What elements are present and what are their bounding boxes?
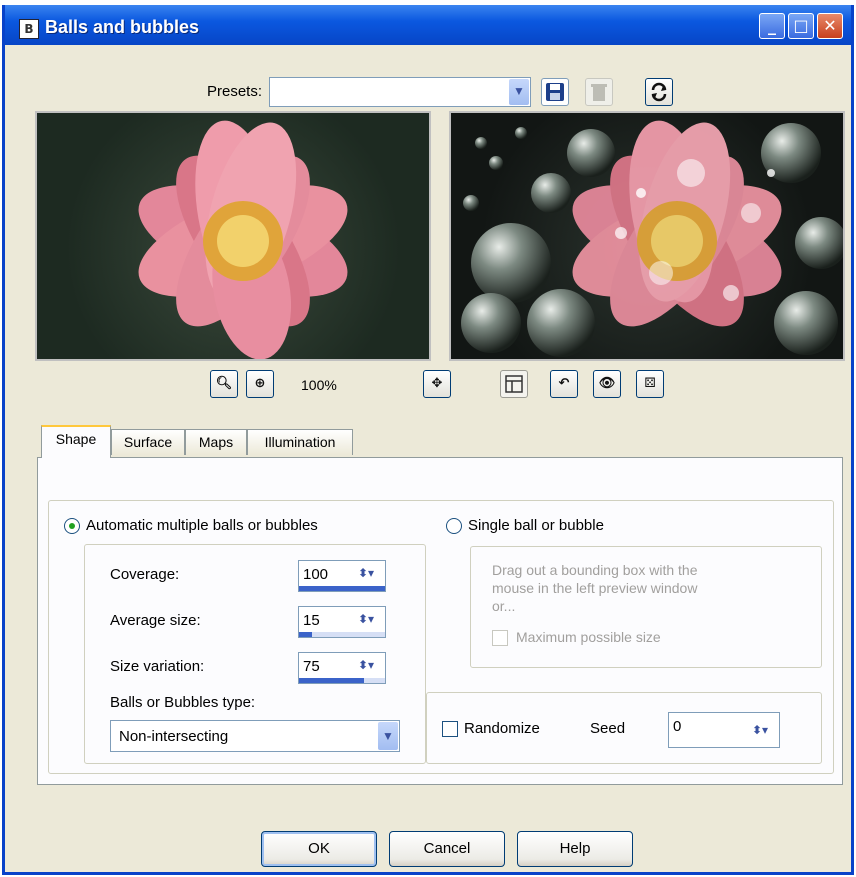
coverage-slider[interactable] (299, 586, 385, 591)
chevron-down-icon: ▼ (509, 79, 529, 105)
coverage-slider-fill (299, 586, 385, 591)
delete-preset-button[interactable] (585, 78, 613, 106)
delete-icon (591, 84, 607, 101)
tab-maps[interactable]: Maps (185, 429, 247, 455)
spin-arrows-icon[interactable]: ⬍▾ (348, 654, 384, 676)
seed-label: Seed (590, 720, 626, 737)
average-size-label: Average size: (110, 612, 201, 629)
reset-button[interactable] (645, 78, 673, 106)
automatic-radio[interactable] (64, 518, 80, 534)
coverage-label: Coverage: (110, 566, 180, 583)
presets-dropdown[interactable]: ▼ (269, 77, 531, 107)
eye-icon: 👁︎ (598, 376, 616, 391)
pan-button[interactable]: ✥ (423, 370, 451, 398)
seed-stepper[interactable]: 0 ⬍▾ (668, 712, 780, 748)
average-size-slider[interactable] (299, 632, 385, 637)
title-bar[interactable]: B Balls and bubbles _ □ ✕ (5, 5, 851, 45)
single-label[interactable]: Single ball or bubble (468, 517, 604, 534)
app-icon: B (19, 19, 39, 39)
single-hint-line-2: mouse in the left preview window (492, 580, 698, 596)
coverage-value: 100 (303, 566, 329, 583)
help-button[interactable]: Help (517, 831, 633, 867)
presets-label: Presets: (207, 83, 263, 100)
cancel-button[interactable]: Cancel (389, 831, 505, 867)
spin-arrows-icon[interactable]: ⬍▾ (742, 719, 778, 741)
save-preset-button[interactable] (541, 78, 569, 106)
zoom-level: 100% (301, 377, 337, 393)
seed-value: 0 (673, 718, 682, 735)
lotus-flower-image (138, 120, 348, 359)
spin-arrows-icon[interactable]: ⬍▾ (348, 608, 384, 630)
tab-shape[interactable]: Shape (41, 425, 111, 458)
single-radio[interactable] (446, 518, 462, 534)
maximize-button[interactable]: □ (788, 13, 814, 39)
preview-layout-button[interactable] (500, 370, 528, 398)
randomize-label[interactable]: Randomize (464, 720, 540, 737)
size-variation-slider-fill (299, 678, 364, 683)
zoom-in-button[interactable]: ⊕ (246, 370, 274, 398)
zoom-out-icon: 🔍︎ (215, 376, 233, 391)
tab-surface[interactable]: Surface (111, 429, 185, 455)
close-button[interactable]: ✕ (817, 13, 843, 39)
type-value: Non-intersecting (119, 728, 229, 745)
single-hint-line-1: Drag out a bounding box with the (492, 562, 698, 578)
dialog-window: B Balls and bubbles _ □ ✕ Presets: ▼ 🔍︎ … (2, 5, 854, 875)
pan-icon: ✥ (431, 376, 443, 391)
tab-illumination[interactable]: Illumination (247, 429, 353, 455)
proof-button[interactable]: 👁︎ (593, 370, 621, 398)
average-size-slider-fill (299, 632, 312, 637)
undo-preview-button[interactable]: ↶ (550, 370, 578, 398)
spin-arrows-icon[interactable]: ⬍▾ (348, 562, 384, 584)
randomize-checkbox[interactable] (442, 721, 458, 737)
randomize-parameters-button[interactable]: ⚄ (636, 370, 664, 398)
window-title: Balls and bubbles (45, 17, 200, 37)
single-hint-line-3: or... (492, 598, 516, 614)
size-variation-label: Size variation: (110, 658, 205, 675)
reset-icon (651, 82, 667, 102)
undo-icon: ↶ (558, 376, 570, 391)
result-preview[interactable] (449, 111, 845, 361)
ok-button[interactable]: OK (261, 831, 377, 867)
average-size-stepper[interactable]: 15 ⬍▾ (298, 606, 386, 638)
dice-icon: ⚄ (644, 376, 656, 391)
original-preview[interactable] (35, 111, 431, 361)
maximum-size-checkbox[interactable] (492, 630, 508, 646)
minimize-button[interactable]: _ (759, 13, 785, 39)
maximum-size-label: Maximum possible size (516, 629, 661, 645)
bubbles-effect-image (461, 120, 843, 357)
zoom-out-button[interactable]: 🔍︎ (210, 370, 238, 398)
save-icon (546, 83, 564, 101)
preview-layout-icon (505, 375, 523, 393)
chevron-down-icon: ▼ (378, 722, 398, 750)
size-variation-slider[interactable] (299, 678, 385, 683)
automatic-label[interactable]: Automatic multiple balls or bubbles (86, 517, 318, 534)
coverage-stepper[interactable]: 100 ⬍▾ (298, 560, 386, 592)
size-variation-stepper[interactable]: 75 ⬍▾ (298, 652, 386, 684)
shape-tab-panel: Automatic multiple balls or bubbles Sing… (37, 457, 843, 785)
type-label: Balls or Bubbles type: (110, 694, 256, 711)
average-size-value: 15 (303, 612, 320, 629)
zoom-in-icon: ⊕ (254, 376, 266, 391)
type-dropdown[interactable]: Non-intersecting ▼ (110, 720, 400, 752)
size-variation-value: 75 (303, 658, 320, 675)
